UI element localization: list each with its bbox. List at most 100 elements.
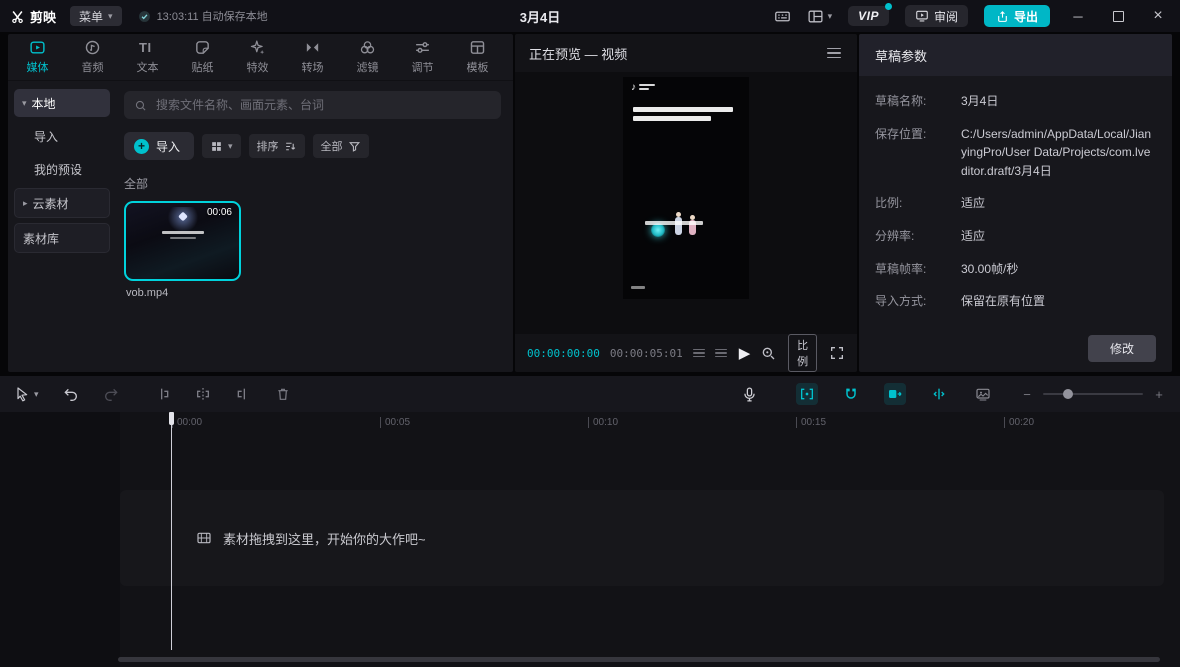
playhead-line[interactable] bbox=[171, 412, 172, 650]
ruler-label: 00:10 bbox=[588, 417, 618, 428]
tab-transitions[interactable]: 转场 bbox=[285, 39, 340, 75]
vip-badge[interactable]: VIP bbox=[848, 6, 889, 26]
tab-sticker[interactable]: 贴纸 bbox=[175, 39, 230, 75]
search-box[interactable] bbox=[124, 91, 501, 119]
undo-button[interactable] bbox=[63, 386, 79, 402]
trim-left-button[interactable] bbox=[155, 386, 171, 402]
watermark: ♪ bbox=[631, 83, 655, 93]
play-button[interactable]: ▶ bbox=[739, 346, 751, 361]
cover-toggle[interactable] bbox=[972, 383, 994, 405]
plus-circle-icon: + bbox=[134, 139, 149, 154]
modify-button[interactable]: 修改 bbox=[1088, 335, 1156, 362]
template-icon bbox=[469, 39, 486, 56]
frame-list-icon[interactable] bbox=[715, 349, 727, 358]
tab-templates[interactable]: 模板 bbox=[450, 39, 505, 75]
tab-audio[interactable]: 音频 bbox=[65, 39, 120, 75]
tab-filters[interactable]: 滤镜 bbox=[340, 39, 395, 75]
zoom-slider[interactable] bbox=[1043, 393, 1143, 395]
record-voice-button[interactable] bbox=[741, 386, 758, 403]
zoom-in-button[interactable]: + bbox=[1152, 387, 1166, 402]
split-button[interactable] bbox=[195, 386, 211, 402]
tab-adjust[interactable]: 调节 bbox=[395, 39, 450, 75]
timeline-drop-zone[interactable]: 素材拖拽到这里，开始你的大作吧~ bbox=[120, 490, 1164, 586]
preview-menu-icon[interactable] bbox=[825, 44, 843, 63]
share-up-icon bbox=[996, 10, 1009, 23]
trim-left-icon bbox=[155, 386, 171, 402]
search-input[interactable] bbox=[154, 97, 491, 113]
export-button[interactable]: 导出 bbox=[984, 5, 1050, 27]
chevron-down-icon: ▾ bbox=[108, 12, 113, 21]
sidebar-item-presets[interactable]: 我的预设 bbox=[14, 155, 110, 183]
params-title: 草稿参数 bbox=[875, 46, 927, 65]
sparkle-icon bbox=[249, 39, 266, 56]
keyboard-shortcuts-button[interactable] bbox=[774, 8, 791, 25]
maximize-button[interactable] bbox=[1106, 11, 1130, 22]
ruler-label: 00:05 bbox=[380, 417, 410, 428]
filter-button[interactable]: 全部 bbox=[313, 134, 369, 158]
menu-button[interactable]: 菜单 ▾ bbox=[70, 6, 122, 26]
close-button[interactable]: × bbox=[1146, 7, 1170, 25]
sidebar-item-library[interactable]: 素材库 bbox=[14, 223, 110, 253]
thumbnail-art bbox=[170, 237, 196, 239]
frame-list-icon[interactable] bbox=[693, 349, 705, 358]
minimize-button[interactable]: ─ bbox=[1066, 9, 1090, 24]
section-title: 全部 bbox=[124, 175, 501, 192]
filter-circles-icon bbox=[359, 39, 376, 56]
playhead-handle[interactable] bbox=[169, 412, 174, 425]
trim-right-button[interactable] bbox=[235, 386, 251, 402]
ratio-button[interactable]: 比例 bbox=[788, 334, 817, 372]
music-note-icon: ♪ bbox=[631, 83, 636, 93]
focus-zoom-button[interactable] bbox=[760, 345, 776, 361]
undo-icon bbox=[63, 386, 79, 402]
preview-right-controls: 比例 bbox=[760, 334, 845, 372]
text-icon: TI bbox=[139, 39, 156, 56]
document-title: 3月4日 bbox=[520, 7, 560, 26]
clip-thumbnail[interactable]: 00:06 bbox=[124, 201, 241, 281]
review-label: 审阅 bbox=[934, 8, 958, 25]
trash-icon bbox=[275, 386, 291, 402]
autosave-text: 13:03:11 自动保存本地 bbox=[157, 8, 268, 24]
zoom-slider-handle[interactable] bbox=[1063, 389, 1073, 399]
ripple-toggle[interactable] bbox=[928, 383, 950, 405]
timeline-area[interactable]: 00:00 00:05 00:10 00:15 00:20 素材拖拽到这里，开始… bbox=[0, 412, 1180, 667]
sidebar-item-import[interactable]: 导入 bbox=[14, 122, 110, 150]
tab-text[interactable]: TI 文本 bbox=[120, 39, 175, 75]
magnet-toggle[interactable] bbox=[840, 383, 862, 405]
magnet-icon bbox=[843, 386, 859, 402]
ruler-label: 00:15 bbox=[796, 417, 826, 428]
sliders-icon bbox=[414, 39, 431, 56]
field-draft-name: 草稿名称: 3月4日 bbox=[875, 92, 1156, 111]
redo-button[interactable] bbox=[103, 386, 119, 402]
ripple-icon bbox=[931, 386, 947, 402]
sidebar-item-local[interactable]: ▾ 本地 bbox=[14, 89, 110, 117]
review-button[interactable]: 审阅 bbox=[905, 5, 968, 27]
caret-right-icon: ▸ bbox=[23, 199, 28, 208]
horizontal-scrollbar[interactable] bbox=[118, 657, 1160, 662]
layout-button[interactable]: ▾ bbox=[807, 8, 833, 25]
media-clip-card[interactable]: 00:06 vob.mp4 bbox=[124, 201, 243, 299]
sort-button[interactable]: 排序 bbox=[249, 134, 305, 158]
main-content: 媒体 音频 TI 文本 贴纸 特效 bbox=[8, 34, 1172, 372]
audio-icon bbox=[84, 39, 101, 56]
cover-image-icon bbox=[975, 386, 991, 402]
delete-button[interactable] bbox=[275, 386, 291, 402]
timeline-right-tools: − + bbox=[741, 383, 1166, 405]
media-main: ▾ 本地 导入 我的预设 ▸ 云素材 素材库 bbox=[8, 81, 513, 372]
select-cursor-button[interactable]: ▾ bbox=[14, 386, 39, 402]
link-toggle[interactable] bbox=[884, 383, 906, 405]
cursor-icon bbox=[14, 386, 30, 402]
view-mode-button[interactable]: ▾ bbox=[202, 134, 241, 158]
tab-effects[interactable]: 特效 bbox=[230, 39, 285, 75]
sidebar-item-cloud[interactable]: ▸ 云素材 bbox=[14, 188, 110, 218]
watermark-text-lines bbox=[639, 83, 655, 90]
import-button[interactable]: + 导入 bbox=[124, 132, 194, 160]
scene-figure bbox=[675, 217, 682, 235]
app-logo: 剪映 bbox=[10, 7, 56, 26]
zoom-out-button[interactable]: − bbox=[1020, 387, 1034, 402]
tab-media[interactable]: 媒体 bbox=[10, 39, 65, 75]
snap-toggle[interactable] bbox=[796, 383, 818, 405]
vip-notification-dot bbox=[885, 3, 892, 10]
media-sidebar: ▾ 本地 导入 我的预设 ▸ 云素材 素材库 bbox=[8, 81, 116, 372]
autosave-status: 13:03:11 自动保存本地 bbox=[138, 8, 268, 24]
fullscreen-button[interactable] bbox=[829, 345, 845, 361]
